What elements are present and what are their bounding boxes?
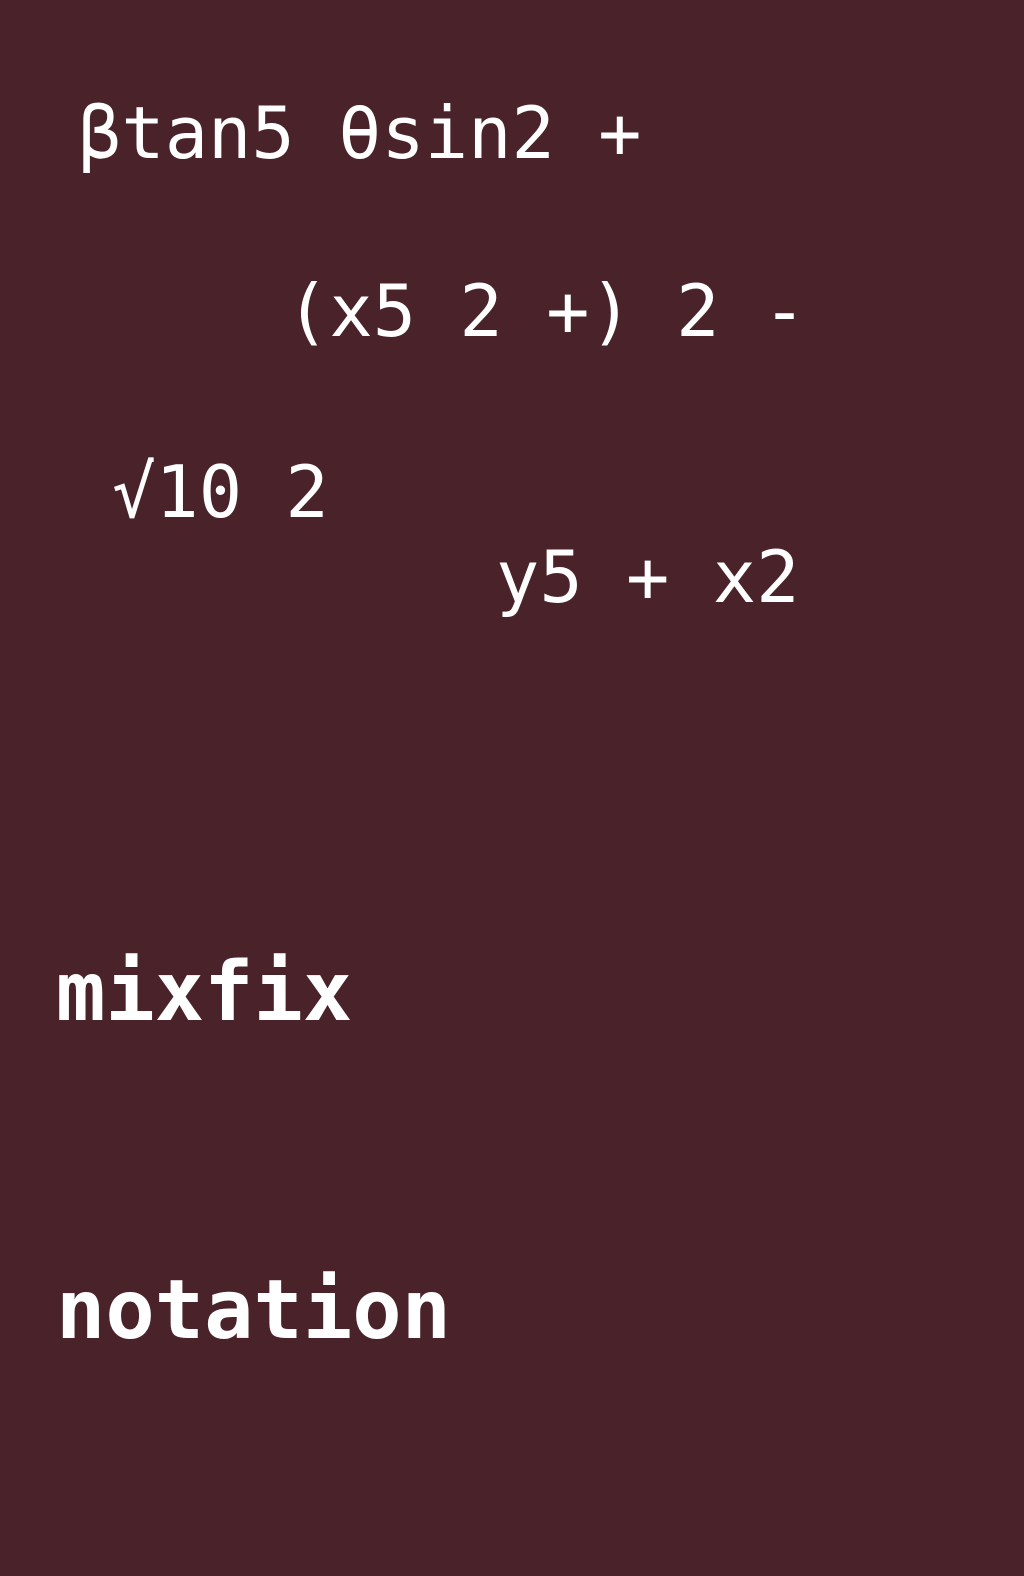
expression-4: y5 + x2	[496, 535, 800, 619]
expression-2: (x5 2 +) 2 -	[286, 269, 807, 353]
title-line-2: notation	[56, 1263, 451, 1358]
expression-1: βtan5 θsin2 +	[78, 91, 642, 175]
title: mixfix notation	[56, 728, 451, 1576]
expression-3: √10 2	[112, 450, 329, 534]
graphic-canvas: βtan5 θsin2 + (x5 2 +) 2 - √10 2 y5 + x2…	[0, 0, 1024, 1358]
title-line-1: mixfix	[56, 945, 353, 1040]
